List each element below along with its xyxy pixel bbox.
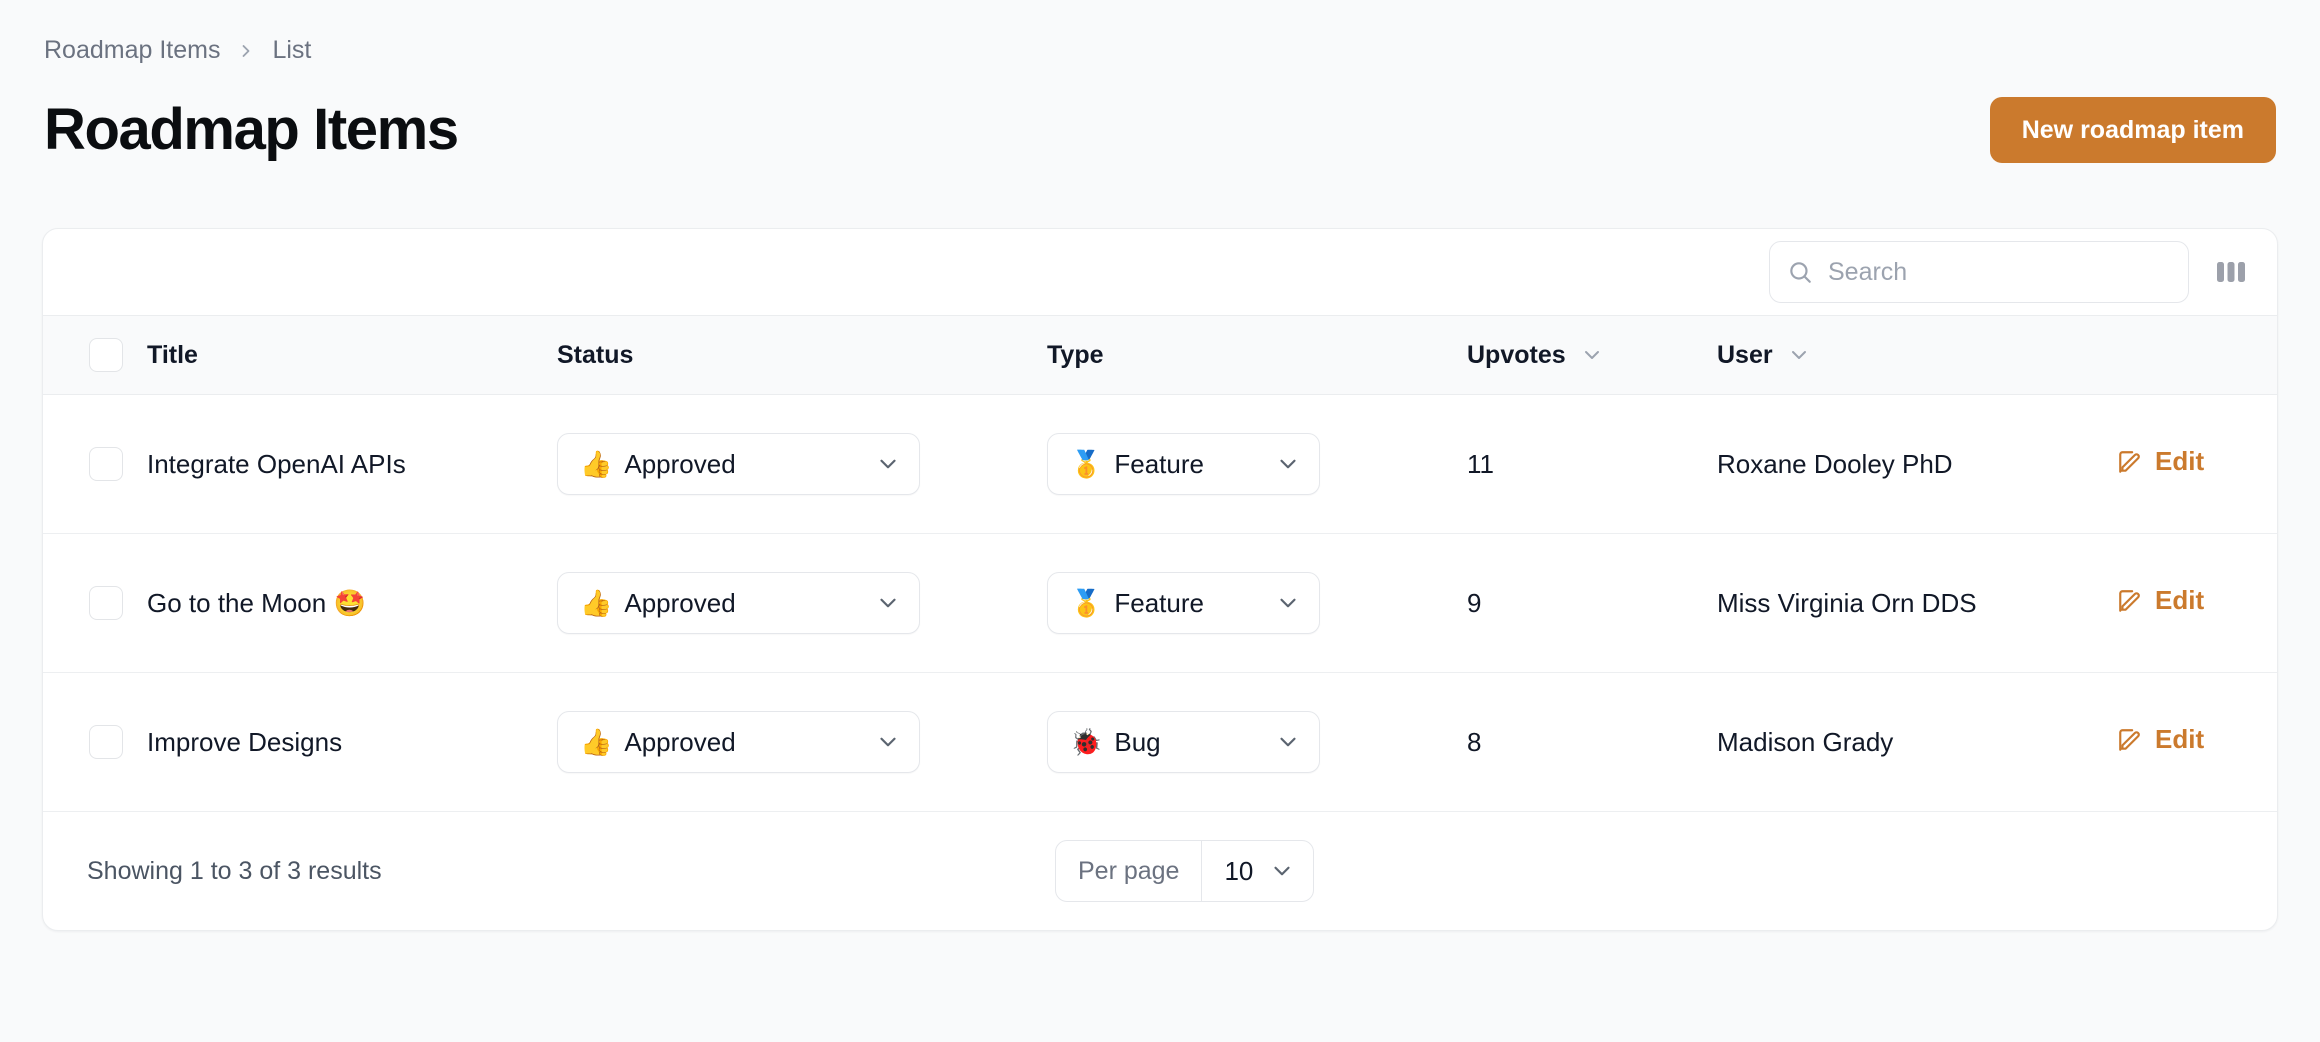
select-all-checkbox[interactable] bbox=[89, 338, 123, 372]
row-checkbox[interactable] bbox=[89, 586, 123, 620]
cell-upvotes: 11 bbox=[1467, 394, 1717, 534]
edit-label: Edit bbox=[2155, 446, 2205, 477]
row-select-cell bbox=[43, 533, 147, 673]
status-select-value: Approved bbox=[624, 448, 736, 479]
per-page-label: Per page bbox=[1056, 841, 1203, 901]
pencil-square-icon bbox=[2117, 449, 2143, 475]
cell-user: Madison Grady bbox=[1717, 672, 2117, 812]
row-checkbox[interactable] bbox=[89, 447, 123, 481]
th-select-all bbox=[43, 315, 147, 395]
type-select[interactable]: 🐞 Bug bbox=[1047, 711, 1320, 773]
cell-title: Improve Designs bbox=[147, 672, 557, 812]
th-actions bbox=[2117, 315, 2277, 395]
cell-actions: Edit bbox=[2117, 394, 2277, 534]
type-select-value: Feature bbox=[1114, 448, 1204, 479]
th-status-label: Status bbox=[557, 340, 634, 369]
chevron-down-icon bbox=[1275, 590, 1301, 616]
edit-label: Edit bbox=[2155, 724, 2205, 755]
edit-link[interactable]: Edit bbox=[2117, 724, 2204, 755]
chevron-down-icon bbox=[875, 590, 901, 616]
status-select[interactable]: 👍 Approved bbox=[557, 433, 920, 495]
type-select-value: Bug bbox=[1114, 726, 1161, 757]
type-select[interactable]: 🥇 Feature bbox=[1047, 433, 1320, 495]
cell-user: Roxane Dooley PhD bbox=[1717, 394, 2117, 534]
chevron-down-icon bbox=[875, 729, 901, 755]
th-title: Title bbox=[147, 315, 557, 395]
table-row: Integrate OpenAI APIs 👍 Approved 🥇 Featu… bbox=[43, 394, 2277, 534]
status-select-value: Approved bbox=[624, 587, 736, 618]
thumbs-up-icon: 👍 bbox=[580, 727, 613, 757]
cell-actions: Edit bbox=[2117, 672, 2277, 812]
th-user-label: User bbox=[1717, 340, 1773, 369]
breadcrumb: Roadmap Items List bbox=[44, 38, 311, 63]
table-header-row: Title Status Type Upvotes User bbox=[43, 315, 2277, 395]
per-page-select[interactable]: 10 bbox=[1202, 841, 1313, 901]
th-upvotes-label: Upvotes bbox=[1467, 340, 1566, 369]
row-select-cell bbox=[43, 672, 147, 812]
table-head: Title Status Type Upvotes User bbox=[43, 315, 2277, 395]
medal-icon: 🥇 bbox=[1070, 588, 1103, 618]
table-body: Integrate OpenAI APIs 👍 Approved 🥇 Featu… bbox=[43, 394, 2277, 812]
pencil-square-icon bbox=[2117, 588, 2143, 614]
status-select[interactable]: 👍 Approved bbox=[557, 572, 920, 634]
edit-label: Edit bbox=[2155, 585, 2205, 616]
th-status: Status bbox=[557, 315, 1047, 395]
medal-icon: 🥇 bbox=[1070, 449, 1103, 479]
results-summary: Showing 1 to 3 of 3 results bbox=[87, 856, 382, 885]
table-row: Go to the Moon 🤩 👍 Approved 🥇 Feature 9 … bbox=[43, 533, 2277, 673]
cell-type: 🥇 Feature bbox=[1047, 533, 1467, 673]
th-type: Type bbox=[1047, 315, 1467, 395]
search-input[interactable] bbox=[1769, 241, 2189, 303]
row-checkbox[interactable] bbox=[89, 725, 123, 759]
breadcrumb-item-roadmap-items[interactable]: Roadmap Items bbox=[44, 38, 220, 63]
table-row: Improve Designs 👍 Approved 🐞 Bug 8 Madis… bbox=[43, 672, 2277, 812]
pencil-square-icon bbox=[2117, 727, 2143, 753]
th-user[interactable]: User bbox=[1717, 315, 2117, 395]
edit-link[interactable]: Edit bbox=[2117, 446, 2204, 477]
chevron-down-icon bbox=[1269, 858, 1295, 884]
row-select-cell bbox=[43, 394, 147, 534]
cell-title: Integrate OpenAI APIs bbox=[147, 394, 557, 534]
chevron-down-icon[interactable] bbox=[1580, 343, 1604, 367]
type-select-value: Feature bbox=[1114, 587, 1204, 618]
roadmap-items-card: Title Status Type Upvotes bbox=[42, 228, 2278, 931]
page-title: Roadmap Items bbox=[44, 97, 459, 162]
chevron-down-icon[interactable] bbox=[1787, 343, 1811, 367]
status-select-value: Approved bbox=[624, 726, 736, 757]
breadcrumb-item-list[interactable]: List bbox=[272, 38, 311, 63]
chevron-right-icon bbox=[236, 41, 256, 61]
per-page-control: Per page 10 bbox=[1055, 840, 1315, 902]
bug-icon: 🐞 bbox=[1070, 727, 1103, 757]
columns-toggle-icon[interactable] bbox=[2211, 252, 2251, 292]
thumbs-up-icon: 👍 bbox=[580, 588, 613, 618]
status-select[interactable]: 👍 Approved bbox=[557, 711, 920, 773]
cell-upvotes: 9 bbox=[1467, 533, 1717, 673]
search-field bbox=[1769, 241, 2189, 303]
per-page-value: 10 bbox=[1224, 855, 1254, 886]
th-type-label: Type bbox=[1047, 340, 1104, 369]
table-toolbar bbox=[43, 229, 2277, 315]
cell-type: 🥇 Feature bbox=[1047, 394, 1467, 534]
page-header: Roadmap Items New roadmap item bbox=[44, 88, 2276, 172]
cell-title: Go to the Moon 🤩 bbox=[147, 533, 557, 673]
edit-link[interactable]: Edit bbox=[2117, 585, 2204, 616]
chevron-down-icon bbox=[1275, 729, 1301, 755]
table-footer: Showing 1 to 3 of 3 results Per page 10 bbox=[43, 812, 2277, 930]
roadmap-items-table: Title Status Type Upvotes User Integrate… bbox=[43, 315, 2277, 812]
type-select[interactable]: 🥇 Feature bbox=[1047, 572, 1320, 634]
th-title-label: Title bbox=[147, 340, 198, 369]
new-roadmap-item-button[interactable]: New roadmap item bbox=[1989, 97, 2276, 163]
th-upvotes[interactable]: Upvotes bbox=[1467, 315, 1717, 395]
cell-status: 👍 Approved bbox=[557, 533, 1047, 673]
cell-type: 🐞 Bug bbox=[1047, 672, 1467, 812]
cell-status: 👍 Approved bbox=[557, 394, 1047, 534]
roadmap-items-page: Roadmap Items List Roadmap Items New roa… bbox=[0, 0, 2320, 1042]
cell-actions: Edit bbox=[2117, 533, 2277, 673]
cell-user: Miss Virginia Orn DDS bbox=[1717, 533, 2117, 673]
cell-upvotes: 8 bbox=[1467, 672, 1717, 812]
chevron-down-icon bbox=[875, 451, 901, 477]
chevron-down-icon bbox=[1275, 451, 1301, 477]
cell-status: 👍 Approved bbox=[557, 672, 1047, 812]
thumbs-up-icon: 👍 bbox=[580, 449, 613, 479]
